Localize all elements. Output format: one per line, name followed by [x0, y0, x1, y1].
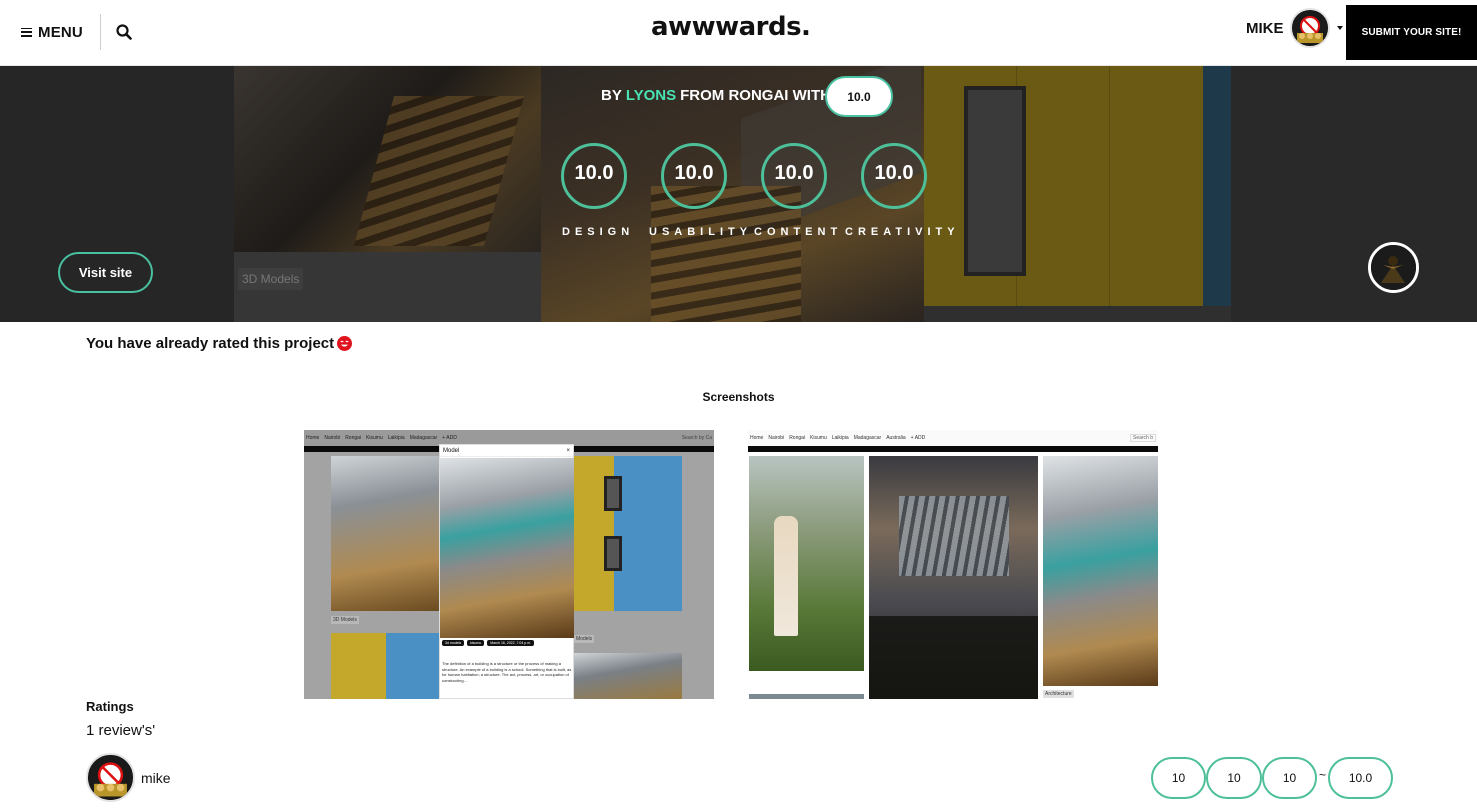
nav-item: + ADD [910, 435, 926, 441]
byline-from: FROM RONGAI WITH [680, 86, 831, 104]
design-label: DESIGN [562, 226, 635, 238]
submit-site-button[interactable]: SUBMIT YOUR SITE! [1346, 5, 1477, 60]
nav-item: Laikipia [387, 435, 405, 441]
menu-label: MENU [38, 23, 83, 41]
screenshot-1-image-facade-2 [331, 633, 441, 699]
modal-text: The definition of a building is a struct… [442, 661, 572, 683]
screenshot-2-nav: Home Nairobi Rongai Kisumu Laikipia Mada… [748, 430, 1158, 446]
byline: BY LYONS FROM RONGAI WITH [601, 86, 831, 104]
screenshot-2-image-interior [1043, 456, 1158, 686]
visit-site-button[interactable]: Visit site [58, 252, 153, 293]
screenshot-1-search: Search by Ca [681, 435, 712, 441]
byline-prefix: BY [601, 86, 622, 104]
screenshot-1-image-interior-2 [574, 653, 682, 699]
rating-design-pill: 10 [1151, 757, 1206, 799]
screenshot-1[interactable]: Home Nairobi Rongai Kisumu Laikipia Mada… [304, 430, 714, 699]
already-rated-message: You have already rated this project [86, 335, 353, 352]
user-menu[interactable]: MIKE [1246, 8, 1343, 48]
screenshot-1-modal: Model × 3d models kisumu March 16, 2022,… [439, 444, 574, 699]
screenshot-2-tag: Architecture [1043, 690, 1074, 698]
nav-item: Rongai [345, 435, 362, 441]
author-avatar[interactable] [1368, 242, 1419, 293]
screenshot-1-tag: 3D Models [331, 616, 359, 624]
search-icon[interactable] [116, 24, 132, 40]
screenshot-2[interactable]: Home Nairobi Rongai Kisumu Laikipia Mada… [748, 430, 1158, 699]
nav-item: Rongai [789, 435, 806, 441]
nav-item: Madagascar [853, 435, 882, 441]
hero-bg-facade-image [924, 66, 1231, 306]
design-score: 10.0 [561, 143, 627, 209]
reviews-count: 1 review's' [86, 722, 156, 739]
ratings-title: Ratings [86, 699, 134, 714]
nav-item: Madagascar [409, 435, 438, 441]
hero-bg-tag: 3D Models [238, 268, 304, 290]
reviewer-name[interactable]: mike [141, 770, 171, 786]
menu-button[interactable]: MENU [21, 20, 83, 44]
screenshot-1-tag-2: Models [574, 635, 595, 643]
nav-item: + ADD [442, 435, 457, 441]
screenshot-1-image-facade [574, 456, 682, 611]
modal-chip: kisumu [467, 640, 485, 646]
modal-chips: 3d models kisumu March 16, 2022, 7:04 p.… [442, 640, 535, 646]
usability-score: 10.0 [661, 143, 727, 209]
hamburger-icon [21, 27, 32, 37]
user-avatar [1289, 8, 1330, 48]
screenshot-2-search: Search b [1129, 434, 1156, 442]
screenshot-2-image-bottom [749, 694, 864, 699]
hero-bg-right [1231, 66, 1477, 322]
content-score: 10.0 [761, 143, 827, 209]
hero-bg-interior-image [234, 66, 541, 252]
nav-item: Nairobi [324, 435, 341, 441]
header-divider [100, 14, 101, 50]
nav-item: Home [750, 435, 764, 441]
hero-banner: 3D Models BY LYONS FROM RONGAI WITH 10.0… [0, 66, 1477, 322]
modal-title: Model [443, 447, 460, 454]
chevron-down-icon [1336, 26, 1343, 30]
modal-image [440, 458, 574, 638]
nav-item: Home [306, 435, 320, 441]
modal-chip: March 16, 2022, 7:04 p.m. [487, 640, 535, 646]
top-header: MENU awwwards. MIKE SUBMIT YOUR SITE! [0, 0, 1477, 66]
rating-creativity-pill: 10 [1262, 757, 1317, 799]
awwwards-logo[interactable]: awwwards. [651, 12, 811, 42]
hero-bg-sky-strip [1203, 66, 1231, 306]
usability-label: USABILITY [649, 226, 753, 238]
already-rated-text: You have already rated this project [86, 335, 335, 352]
screenshots-title: Screenshots [702, 390, 775, 404]
creativity-label: CREATIVITY [845, 226, 960, 238]
nav-item: Laikipia [831, 435, 849, 441]
screenshot-2-bar [748, 446, 1158, 452]
close-icon: × [566, 447, 570, 454]
screenshot-1-image-interior [331, 456, 441, 611]
nav-item: Australia [886, 435, 906, 441]
overall-score-badge: 10.0 [825, 76, 893, 117]
reviewer: mike [86, 753, 171, 802]
nav-item: Kisumu [366, 435, 383, 441]
author-link[interactable]: LYONS [626, 87, 676, 104]
modal-chip: 3d models [442, 640, 465, 646]
smiley-icon [337, 336, 353, 351]
rating-average-pill: 10.0 [1328, 757, 1393, 799]
screenshot-2-image-building [869, 456, 1038, 699]
rating-separator: ~ [1319, 768, 1327, 782]
content-label: CONTENT [754, 226, 843, 238]
nav-item: Kisumu [810, 435, 827, 441]
reviewer-avatar[interactable] [86, 753, 135, 802]
hero-bg-panel-bottom [924, 306, 1231, 322]
nav-item: Nairobi [768, 435, 785, 441]
screenshot-2-image-palms [749, 456, 864, 671]
user-name: MIKE [1246, 19, 1284, 37]
rating-usability-pill: 10 [1206, 757, 1262, 799]
creativity-score: 10.0 [861, 143, 927, 209]
